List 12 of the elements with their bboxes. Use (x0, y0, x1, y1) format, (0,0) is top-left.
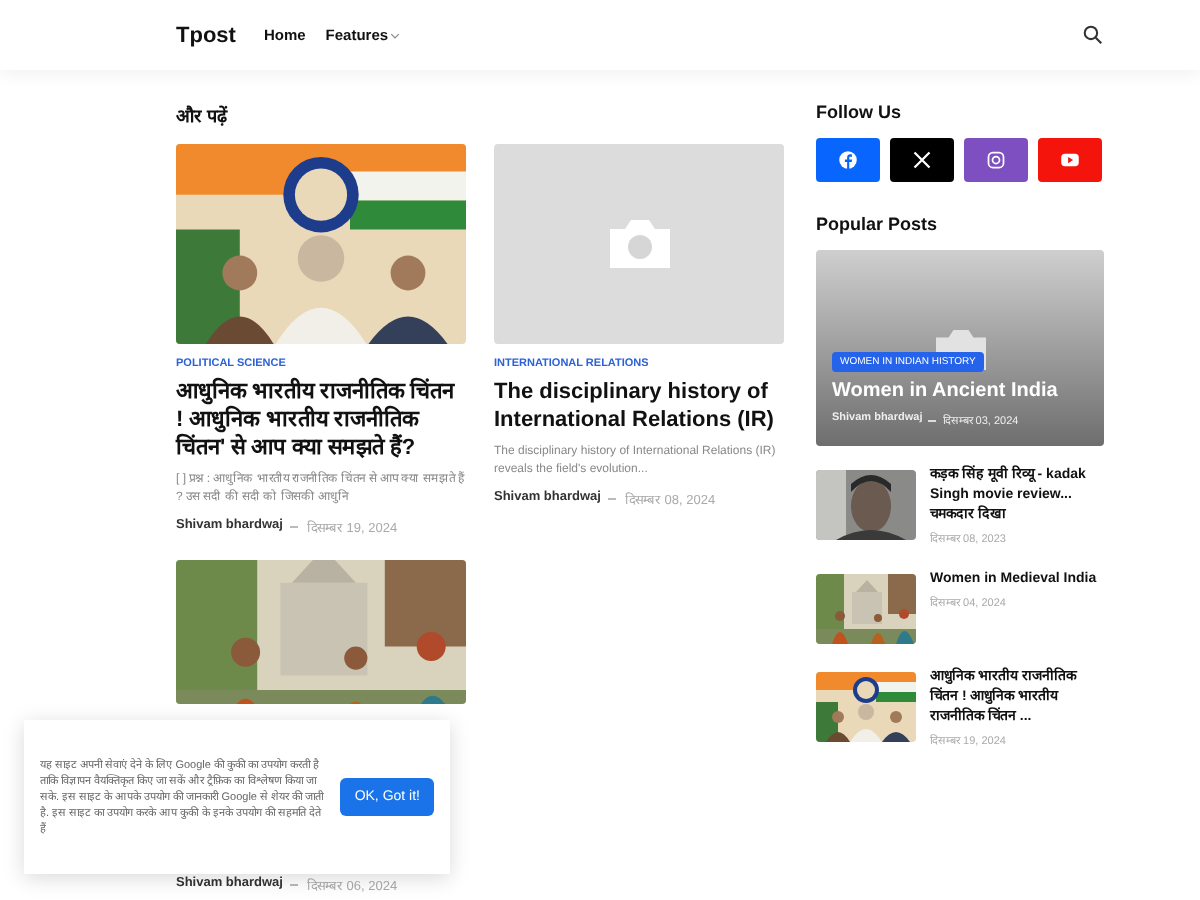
x-icon (912, 150, 932, 170)
section-title: और पढ़ें (176, 103, 230, 128)
post-title[interactable]: The disciplinary history of International Relations (IR) (494, 378, 784, 434)
facebook-icon (838, 150, 858, 170)
widget-title: Popular Posts (816, 214, 940, 234)
instagram-icon (986, 150, 1006, 170)
social-button[interactable] (890, 138, 954, 182)
search-icon[interactable] (1082, 24, 1104, 46)
site-logo[interactable]: Tpost (176, 23, 236, 47)
youtube-icon (1060, 150, 1080, 170)
post-title[interactable]: आधुनिक भारतीय राजनीतिक चिंतन ! आधुनिक भारतीय राजनीतिक चिंतन' से आप क्या समझते हैं? (176, 378, 466, 462)
widget-title: Follow Us (816, 102, 903, 122)
